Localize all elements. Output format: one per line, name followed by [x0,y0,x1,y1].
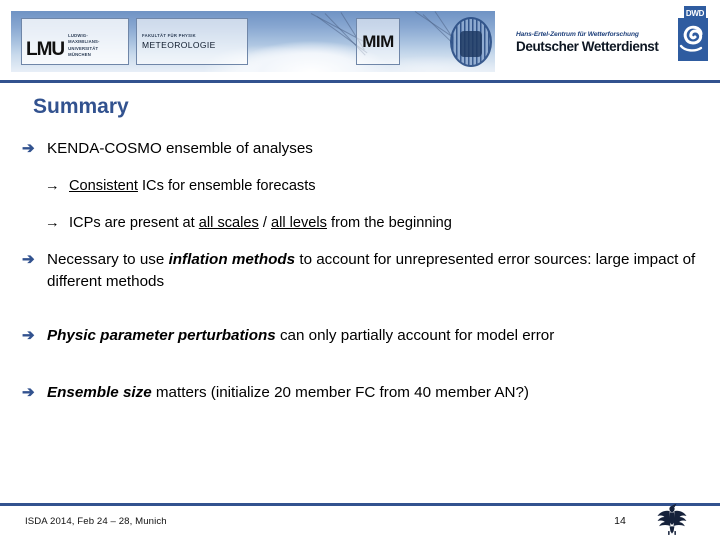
bullet-text: Necessary to use inflation methods to ac… [47,251,695,290]
page-number: 14 [614,515,626,527]
deutscher-wetterdienst-label: Deutscher Wetterdienst [516,39,659,54]
header-banner-image: LMU LUDWIG- MAXIMILIANS- UNIVERSITÄT MÜN… [11,11,495,72]
bullet-text-run: Consistent [69,178,138,194]
arrow-right-icon: ➔ [22,327,35,344]
arrow-thin-right-icon: → [45,215,60,231]
bullet-text: KENDA-COSMO ensemble of analyses [47,140,313,157]
bullet-text-run: / [258,215,271,231]
meteorology-logo: FAKULTÄT FÜR PHYSIK METEOROLOGIE [136,18,248,65]
lmu-wordmark: LMU [26,39,65,60]
dwd-wordmark: Hans-Ertel-Zentrum für Wetterforschung D… [516,31,659,54]
lmu-logo: LMU LUDWIG- MAXIMILIANS- UNIVERSITÄT MÜN… [21,18,129,65]
bullet-text: Physic parameter perturbations can only … [47,327,554,344]
bullet-text-run: inflation methods [168,251,296,268]
bullet-item: ➔ Necessary to use inflation methods to … [0,249,720,293]
bullet-text-run: from the beginning [326,215,452,231]
arrow-thin-right-icon: → [45,178,60,194]
bullet-text: Consistent ICs for ensemble forecasts [69,178,316,194]
mim-wordmark: MIM [362,31,394,51]
bullet-text-run: Ensemble size [47,384,152,401]
lmu-line-4: MÜNCHEN [68,52,91,57]
bullet-item: ➔ Ensemble size matters (initialize 20 m… [0,382,720,404]
bullet-text: Ensemble size matters (initialize 20 mem… [47,384,529,401]
dwd-spiral-icon: DWD [675,6,711,62]
bullet-text: ICPs are present at all scales / all lev… [69,215,452,231]
hans-ertel-centre-label: Hans-Ertel-Zentrum für Wetterforschung [516,31,639,38]
faculty-label: FAKULTÄT FÜR PHYSIK [142,33,197,38]
bullet-text-run: ICs for ensemble forecasts [137,178,316,194]
mim-logo: MIM [356,18,400,65]
bullet-text-run: Physic parameter perturbations [47,327,276,344]
arrow-right-icon: ➔ [22,251,35,268]
bullet-text-run: all scales [198,215,259,231]
bullet-text-run: matters (initialize 20 member FC from 40… [151,384,529,401]
arrow-right-icon: ➔ [22,140,35,157]
bullet-text-run: ICPs are present at [69,215,199,231]
dwd-spiral-glyph [679,25,703,52]
page-title: Summary [33,95,129,118]
bullet-item: ➔ Physic parameter perturbations can onl… [0,325,720,347]
arrow-right-icon: ➔ [22,384,35,401]
slide-content: ➔ KENDA-COSMO ensemble of analyses → Con… [0,138,720,409]
bullet-text-run: KENDA-COSMO ensemble of analyses [47,140,313,157]
lmu-fulltext: LUDWIG- MAXIMILIANS- UNIVERSITÄT MÜNCHEN [64,25,99,59]
bullet-text-run: Necessary to use [47,251,169,268]
header-divider [0,80,720,83]
bullet-item: → ICPs are present at all scales / all l… [0,212,720,234]
footer-divider [0,503,720,506]
bullet-item: ➔ KENDA-COSMO ensemble of analyses [0,138,720,160]
bullet-text-run: can only partially account for model err… [275,327,555,344]
german-federal-eagle-icon [655,498,689,536]
bullet-item: → Consistent ICs for ensemble forecasts [0,175,720,197]
bullet-text-run: all levels [271,215,327,231]
university-seal-icon [448,11,494,72]
meteorology-label: METEOROLOGIE [142,40,216,50]
lmu-line-2: MAXIMILIANS- [68,39,100,44]
slide-header: LMU LUDWIG- MAXIMILIANS- UNIVERSITÄT MÜN… [0,0,720,83]
footer-conference-label: ISDA 2014, Feb 24 – 28, Munich [25,516,167,527]
